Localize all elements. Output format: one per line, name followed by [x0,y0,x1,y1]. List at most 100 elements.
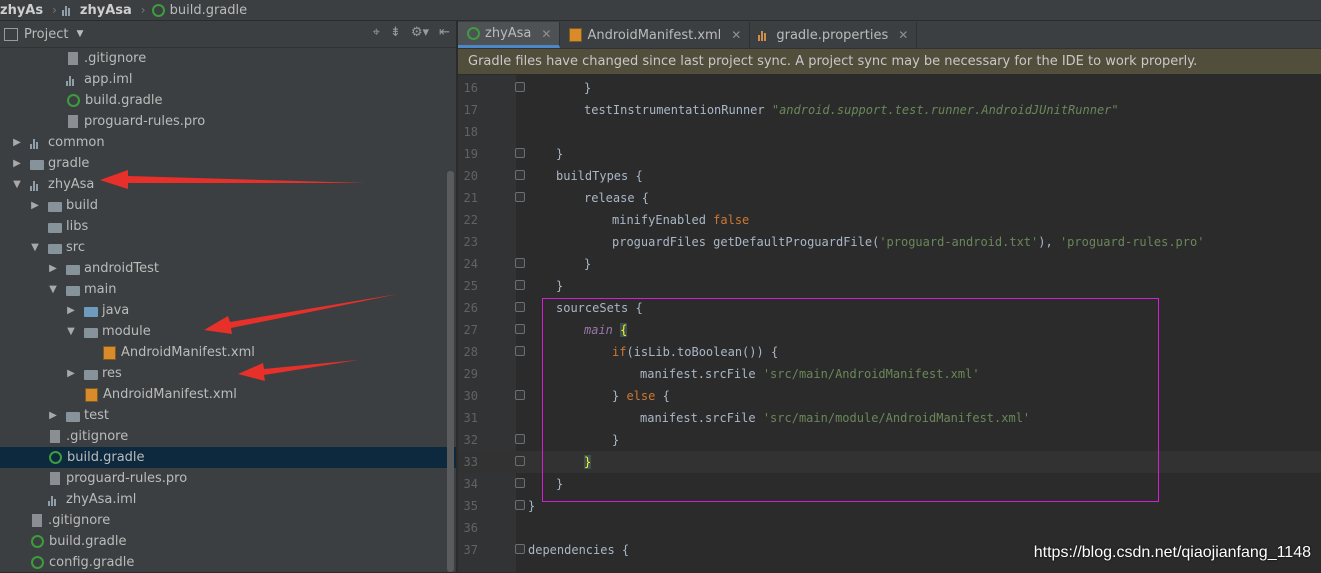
code-line[interactable]: 36 [458,517,1321,539]
fold-marker-icon[interactable] [515,500,525,510]
code-line[interactable]: 21 release { [458,187,1321,209]
line-number: 22 [463,213,478,227]
tree-item-label: AndroidManifest.xml [103,387,237,402]
tree-item[interactable]: ▶ build [0,195,456,216]
tree-item[interactable]: ▶ test [0,405,456,426]
close-icon[interactable]: ✕ [731,28,741,42]
fold-marker-icon[interactable] [515,148,525,158]
line-number: 21 [463,191,478,205]
code-line[interactable]: 17 testInstrumentationRunner "android.sup… [458,99,1321,121]
fold-marker-icon[interactable] [515,390,525,400]
chevron-right-icon[interactable]: ▶ [28,200,42,211]
line-number: 29 [463,367,478,381]
code-line[interactable]: 18 [458,121,1321,143]
fold-marker-icon[interactable] [515,456,525,466]
tree-item[interactable]: build.gradle [0,447,456,468]
tree-item[interactable]: AndroidManifest.xml [0,342,456,363]
code-token: testInstrumentationRunner [584,103,772,117]
tree-item[interactable]: ▼ main [0,279,456,300]
chevron-right-icon[interactable]: ▶ [10,158,24,169]
line-number: 20 [463,169,478,183]
tree-item[interactable]: build.gradle [0,90,456,111]
fold-marker-icon[interactable] [515,170,525,180]
code-token: dependencies { [528,543,630,557]
tree-item[interactable]: build.gradle [0,531,456,552]
fold-marker-icon[interactable] [515,346,525,356]
gear-icon[interactable]: ⚙▾ [411,25,429,40]
close-icon[interactable]: ✕ [898,28,908,42]
code-line[interactable]: 20 buildTypes { [458,165,1321,187]
code-line[interactable]: 24} [458,253,1321,275]
tree-item[interactable]: .gitignore [0,510,456,531]
code-line[interactable]: 25} [458,275,1321,297]
chevron-right-icon[interactable]: ▶ [64,305,78,316]
tree-item-label: gradle [48,156,90,171]
tree-item-label: zhyAsa [48,177,95,192]
gradle-icon [467,27,480,40]
scroll-from-source-icon[interactable]: ⌖ [373,25,380,40]
chevron-down-icon[interactable]: ▼ [10,179,24,190]
code-text: buildTypes { [556,169,643,183]
fold-marker-icon[interactable] [515,258,525,268]
line-number: 18 [463,125,478,139]
fold-marker-icon[interactable] [515,82,525,92]
fold-marker-icon[interactable] [515,192,525,202]
chevron-down-icon[interactable]: ▼ [46,284,60,295]
tree-item[interactable]: app.iml [0,69,456,90]
tree-item[interactable]: ▶ java [0,300,456,321]
editor-tab[interactable]: zhyAsa ✕ [458,22,561,48]
fold-marker-icon[interactable] [515,434,525,444]
tree-item[interactable]: config.gradle [0,552,456,573]
tree-item-label: proguard-rules.pro [66,471,188,486]
fold-marker-icon[interactable] [515,544,525,554]
tree-item-label: src [66,240,85,255]
tree-scrollbar[interactable] [447,171,454,572]
code-line[interactable]: 16} [458,77,1321,99]
tree-item[interactable]: proguard-rules.pro [0,468,456,489]
tree-item-label: AndroidManifest.xml [121,345,255,360]
chevron-right-icon[interactable]: ▶ [10,137,24,148]
code-text: } [556,279,563,293]
tree-item[interactable]: ▼ src [0,237,456,258]
chevron-down-icon[interactable]: ▼ [28,242,42,253]
code-line[interactable]: 23 proguardFiles getDefaultProguardFile('… [458,231,1321,253]
code-line[interactable]: 22 minifyEnabled false [458,209,1321,231]
tree-item[interactable]: ▼ zhyAsa [0,174,456,195]
breadcrumb-item-root[interactable]: zhyAs [0,3,43,18]
fold-marker-icon[interactable] [515,478,525,488]
breadcrumb-item-file[interactable]: build.gradle [151,3,247,18]
tree-item[interactable]: zhyAsa.iml [0,489,456,510]
tree-item[interactable]: ▶ gradle [0,153,456,174]
tree-item[interactable]: .gitignore [0,48,456,69]
close-icon[interactable]: ✕ [541,27,551,41]
code-line[interactable]: 19} [458,143,1321,165]
chevron-down-icon[interactable]: ▼ [64,326,78,337]
line-number: 26 [463,301,478,315]
editor-tabs: zhyAsa ✕ AndroidManifest.xml ✕ gradle.proper… [458,21,1321,49]
code-text: minifyEnabled false [612,213,749,227]
tree-item[interactable]: ▼ module [0,321,456,342]
tree-item[interactable]: proguard-rules.pro [0,111,456,132]
tree-item[interactable]: ▶ androidTest [0,258,456,279]
fold-marker-icon[interactable] [515,302,525,312]
tree-item[interactable]: libs [0,216,456,237]
breadcrumb-item-module[interactable]: zhyAsa [61,3,132,18]
editor-tab[interactable]: gradle.properties ✕ [750,22,918,48]
chevron-right-icon[interactable]: ▶ [46,263,60,274]
sync-notification: Gradle files have changed since last pro… [458,49,1321,74]
tree-item[interactable]: ▶ common [0,132,456,153]
tree-item-label: res [102,366,122,381]
fold-marker-icon[interactable] [515,324,525,334]
project-view-selector[interactable]: Project ▼ [4,27,83,42]
tree-item-label: .gitignore [84,51,147,66]
fold-marker-icon[interactable] [515,280,525,290]
hide-panel-icon[interactable]: ⇤ [439,25,450,40]
line-number: 27 [463,323,478,337]
chevron-right-icon[interactable]: ▶ [46,410,60,421]
tree-item[interactable]: AndroidManifest.xml [0,384,456,405]
tree-item[interactable]: ▶ res [0,363,456,384]
editor-tab[interactable]: AndroidManifest.xml ✕ [560,22,751,48]
collapse-all-icon[interactable]: ⇟ [390,25,401,40]
tree-item[interactable]: .gitignore [0,426,456,447]
chevron-right-icon[interactable]: ▶ [64,368,78,379]
